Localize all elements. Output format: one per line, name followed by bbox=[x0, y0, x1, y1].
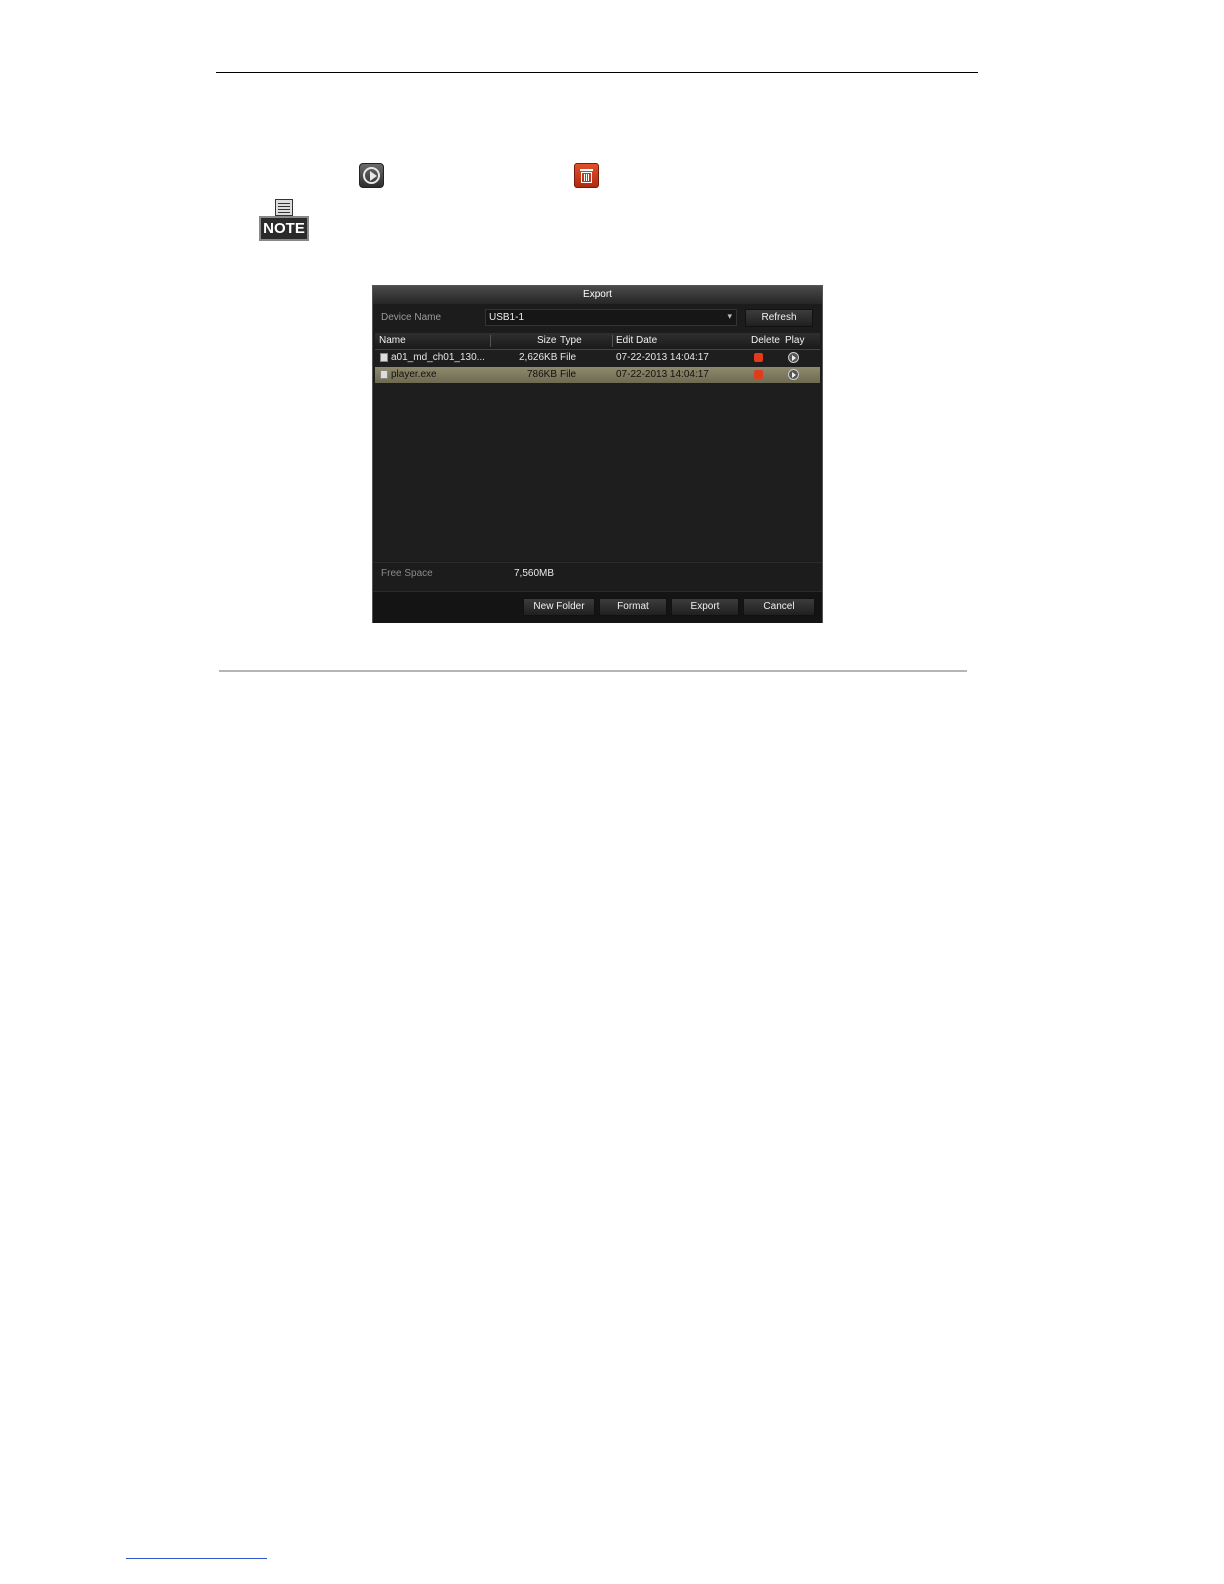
file-table-header: Name Size Type Edit Date Delete Play bbox=[375, 333, 820, 350]
format-button[interactable]: Format bbox=[599, 598, 667, 616]
bottom-rule bbox=[219, 670, 967, 672]
export-button[interactable]: Export bbox=[671, 598, 739, 616]
file-icon bbox=[380, 370, 388, 379]
play-icon[interactable] bbox=[788, 352, 799, 363]
cancel-button[interactable]: Cancel bbox=[743, 598, 815, 616]
dialog-title: Export bbox=[373, 286, 822, 304]
file-size: 2,626KB bbox=[519, 352, 558, 363]
delete-icon[interactable] bbox=[754, 353, 763, 362]
play-icon bbox=[359, 163, 384, 188]
file-size: 786KB bbox=[527, 369, 558, 380]
export-dialog: Export Device Name USB1-1 ▾ Refresh Name… bbox=[372, 285, 823, 623]
table-row-selected[interactable]: player.exe 786KB File 07-22-2013 14:04:1… bbox=[375, 367, 820, 383]
file-date: 07-22-2013 14:04:17 bbox=[616, 352, 709, 363]
chevron-down-icon: ▾ bbox=[727, 311, 732, 321]
file-date: 07-22-2013 14:04:17 bbox=[616, 369, 709, 380]
file-type: File bbox=[560, 369, 577, 380]
col-size[interactable]: Size bbox=[537, 335, 556, 346]
file-name: player.exe bbox=[391, 369, 437, 380]
note-icon: NOTE bbox=[257, 199, 311, 243]
refresh-button[interactable]: Refresh bbox=[745, 309, 813, 327]
file-type: File bbox=[560, 352, 577, 363]
col-delete[interactable]: Delete bbox=[751, 335, 780, 346]
free-space-row: Free Space 7,560MB bbox=[373, 562, 822, 585]
delete-icon[interactable] bbox=[754, 370, 763, 379]
col-name[interactable]: Name bbox=[379, 335, 406, 346]
col-type[interactable]: Type bbox=[560, 335, 582, 346]
note-label: NOTE bbox=[259, 216, 309, 241]
top-rule bbox=[216, 72, 978, 73]
file-name: a01_md_ch01_130... bbox=[391, 352, 485, 363]
file-icon bbox=[380, 353, 388, 362]
free-space-value: 7,560MB bbox=[514, 568, 555, 579]
button-bar: New Folder Format Export Cancel bbox=[373, 591, 822, 623]
col-edit-date[interactable]: Edit Date bbox=[616, 335, 657, 346]
device-name-value: USB1-1 bbox=[489, 312, 525, 323]
table-row[interactable]: a01_md_ch01_130... 2,626KB File 07-22-20… bbox=[375, 350, 820, 366]
col-play[interactable]: Play bbox=[785, 335, 804, 346]
device-name-label: Device Name bbox=[381, 312, 442, 323]
footer-link-underline[interactable] bbox=[126, 1558, 267, 1559]
trash-icon bbox=[574, 163, 599, 188]
play-icon[interactable] bbox=[788, 369, 799, 380]
new-folder-button[interactable]: New Folder bbox=[523, 598, 595, 616]
device-name-select[interactable]: USB1-1 ▾ bbox=[485, 309, 737, 326]
free-space-label: Free Space bbox=[381, 568, 433, 579]
device-row: Device Name USB1-1 ▾ Refresh bbox=[373, 308, 822, 328]
